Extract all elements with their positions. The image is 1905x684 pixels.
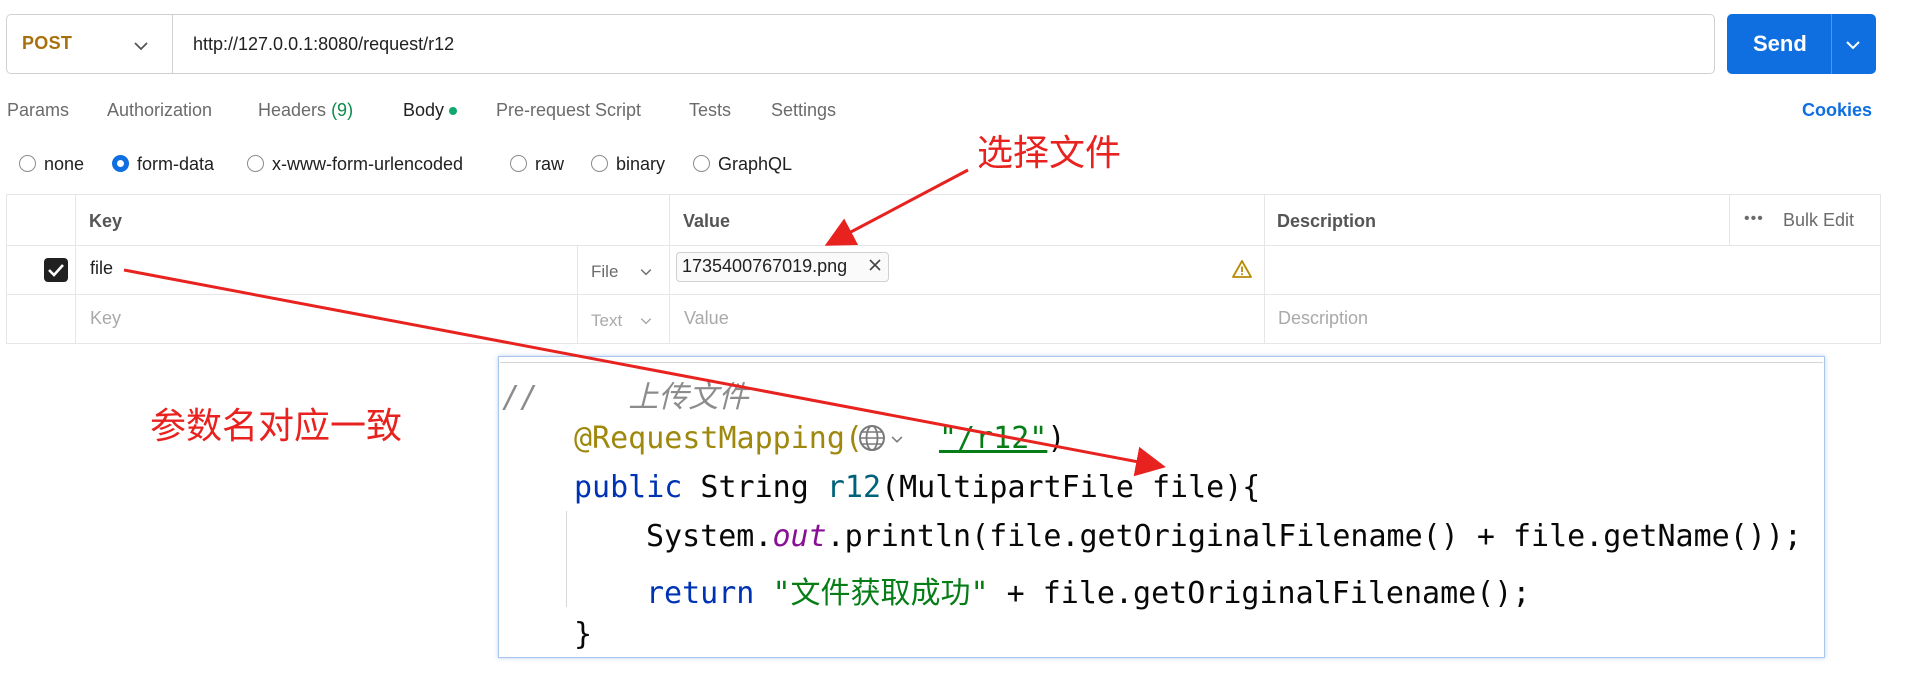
- annotation-param-name-match: 参数名对应一致: [150, 406, 403, 447]
- code-type: String: [682, 470, 827, 505]
- warning-icon: [1232, 260, 1252, 278]
- headers-count-badge: (9): [331, 100, 354, 120]
- code-text: .println(file.getOriginalFilename() + fi…: [826, 519, 1802, 554]
- table-divider: [75, 194, 76, 344]
- key-input[interactable]: file: [90, 258, 113, 279]
- code-text: + file.getOriginalFilename();: [988, 576, 1531, 611]
- type-select[interactable]: File: [591, 262, 618, 282]
- code-method-name: r12: [826, 470, 882, 505]
- code-params: (MultipartFile file){: [881, 470, 1261, 505]
- row-checkbox[interactable]: [44, 258, 68, 282]
- table-divider: [6, 245, 1881, 246]
- divider: [1831, 14, 1832, 74]
- more-options-icon[interactable]: •••: [1744, 210, 1764, 228]
- form-data-table: [6, 194, 1881, 344]
- tab-headers-label: Headers: [258, 100, 327, 120]
- code-field: out: [772, 519, 827, 554]
- radio-none-label[interactable]: none: [44, 154, 84, 175]
- table-divider: [1264, 194, 1265, 344]
- tab-prerequest-script[interactable]: Pre-request Script: [496, 100, 641, 121]
- tab-tests[interactable]: Tests: [689, 100, 731, 121]
- tab-body[interactable]: Body: [403, 100, 444, 121]
- tab-params[interactable]: Params: [7, 100, 69, 121]
- tab-authorization[interactable]: Authorization: [107, 100, 212, 121]
- bulk-edit-button[interactable]: Bulk Edit: [1783, 210, 1854, 231]
- tab-settings[interactable]: Settings: [771, 100, 836, 121]
- column-header-key: Key: [89, 211, 123, 231]
- divider: [172, 15, 173, 73]
- code-annotation: @RequestMapping(: [574, 421, 863, 456]
- method-select[interactable]: POST: [22, 33, 72, 54]
- globe-icon[interactable]: [857, 423, 887, 453]
- value-placeholder[interactable]: Value: [684, 308, 729, 329]
- radio-graphql-label[interactable]: GraphQL: [718, 154, 792, 175]
- checkmark-icon: [48, 264, 64, 277]
- radio-form-data[interactable]: [112, 155, 129, 172]
- radio-urlencoded-label[interactable]: x-www-form-urlencoded: [272, 154, 463, 175]
- chevron-down-icon[interactable]: [638, 313, 654, 329]
- chevron-down-icon[interactable]: [131, 36, 151, 56]
- body-indicator-dot: [449, 107, 457, 115]
- key-placeholder[interactable]: Key: [90, 308, 121, 329]
- code-string-path: "/r12": [938, 421, 1048, 456]
- table-divider: [669, 194, 670, 344]
- table-divider: [1729, 194, 1730, 246]
- code-keyword: return: [646, 576, 755, 611]
- code-line-println: System.out.println(file.getOriginalFilen…: [646, 519, 1802, 554]
- code-string: "文件获取成功": [772, 576, 989, 611]
- close-icon[interactable]: [868, 258, 882, 272]
- file-name: 1735400767019.png: [682, 256, 848, 276]
- annotation-select-file: 选择文件: [977, 133, 1122, 174]
- radio-urlencoded[interactable]: [247, 155, 264, 172]
- radio-none[interactable]: [19, 155, 36, 172]
- chevron-down-icon[interactable]: [1843, 35, 1863, 55]
- chevron-down-icon[interactable]: [638, 264, 654, 280]
- radio-binary-label[interactable]: binary: [616, 154, 665, 175]
- code-punct: ): [1047, 421, 1066, 456]
- radio-form-data-label[interactable]: form-data: [137, 154, 214, 175]
- cookies-link[interactable]: Cookies: [1802, 100, 1872, 121]
- divider: [500, 362, 1823, 363]
- tab-headers[interactable]: Headers (9): [258, 100, 353, 121]
- radio-raw[interactable]: [510, 155, 527, 172]
- code-line-signature: public String r12(MultipartFile file){: [574, 470, 1260, 505]
- send-button-label[interactable]: Send: [1753, 31, 1807, 57]
- code-line-mapping: @RequestMapping( "/r12"): [574, 421, 1065, 456]
- indent-guide: [566, 511, 567, 607]
- code-comment: // 上传文件: [502, 380, 749, 415]
- table-divider: [6, 294, 1881, 295]
- chevron-down-icon[interactable]: [890, 432, 904, 446]
- column-header-description: Description: [1277, 211, 1377, 231]
- description-placeholder[interactable]: Description: [1278, 308, 1368, 329]
- code-closing-brace: }: [574, 617, 593, 652]
- column-header-value: Value: [683, 211, 731, 231]
- radio-graphql[interactable]: [693, 155, 710, 172]
- code-keyword: public: [574, 470, 683, 505]
- radio-binary[interactable]: [591, 155, 608, 172]
- radio-raw-label[interactable]: raw: [535, 154, 564, 175]
- type-select[interactable]: Text: [591, 311, 622, 331]
- table-divider: [577, 246, 578, 344]
- url-input[interactable]: http://127.0.0.1:8080/request/r12: [193, 34, 454, 55]
- code-line-return: return "文件获取成功" + file.getOriginalFilena…: [646, 568, 1530, 612]
- code-text: System.: [646, 519, 773, 554]
